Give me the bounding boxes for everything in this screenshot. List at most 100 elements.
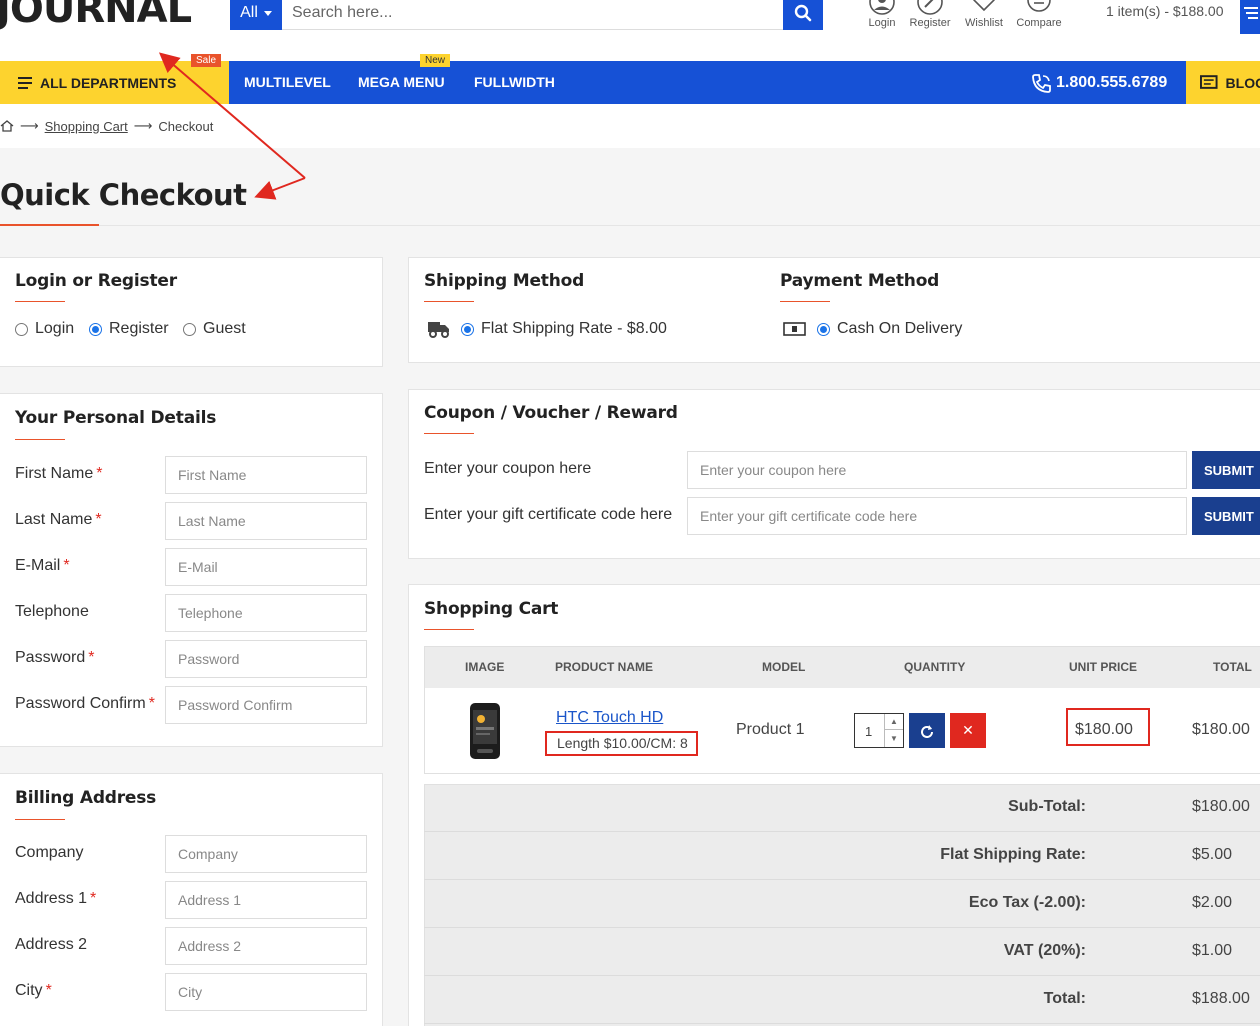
product-model: Product 1 bbox=[736, 721, 805, 738]
totals-row: Total: $188.00 bbox=[424, 976, 1260, 1024]
quantity-up-icon[interactable]: ▲ bbox=[885, 714, 903, 730]
city-input[interactable] bbox=[165, 973, 367, 1011]
blog-label: BLOG bbox=[1225, 74, 1260, 91]
coupon-label: Enter your coupon here bbox=[424, 460, 592, 477]
panel-accent-line bbox=[424, 433, 474, 434]
column-quantity: QUANTITY bbox=[904, 660, 966, 674]
address-1-input[interactable] bbox=[165, 881, 367, 919]
product-image[interactable] bbox=[467, 701, 503, 761]
address-2-input[interactable] bbox=[165, 927, 367, 965]
coupon-input[interactable] bbox=[687, 451, 1187, 489]
city-label-text: City bbox=[15, 982, 43, 999]
panel-accent-line bbox=[424, 629, 474, 630]
totals-label: Sub-Total: bbox=[1008, 798, 1086, 815]
search-category-dropdown[interactable]: All bbox=[230, 0, 282, 30]
password-input[interactable] bbox=[165, 640, 367, 678]
panel-accent-line bbox=[780, 301, 830, 302]
first-name-input[interactable] bbox=[165, 456, 367, 494]
header-wishlist-link[interactable]: Wishlist bbox=[956, 0, 1012, 34]
required-marker: * bbox=[96, 465, 103, 482]
telephone-input[interactable] bbox=[165, 594, 367, 632]
guest-option[interactable]: Guest bbox=[183, 320, 246, 338]
payment-option-label: Cash On Delivery bbox=[837, 320, 963, 337]
search-input[interactable] bbox=[282, 0, 784, 30]
update-quantity-button[interactable] bbox=[909, 713, 945, 748]
personal-details-title: Your Personal Details bbox=[15, 408, 217, 428]
quantity-stepper[interactable]: 1 ▲ ▼ bbox=[854, 713, 904, 748]
user-icon bbox=[869, 0, 895, 15]
first-name-label: First Name * bbox=[15, 465, 102, 483]
cart-summary[interactable]: 1 item(s) - $188.00 bbox=[1106, 3, 1224, 19]
last-name-input[interactable] bbox=[165, 502, 367, 540]
quantity-down-icon[interactable]: ▼ bbox=[885, 730, 903, 746]
register-option[interactable]: Register bbox=[89, 320, 169, 338]
coupon-title: Coupon / Voucher / Reward bbox=[424, 403, 678, 423]
cart-button[interactable] bbox=[1240, 0, 1260, 34]
nav-item-fullwidth[interactable]: FULLWIDTH bbox=[474, 61, 555, 104]
breadcrumb-shopping-cart[interactable]: Shopping Cart bbox=[45, 119, 128, 134]
site-logo[interactable]: JOURNAL bbox=[0, 0, 192, 32]
quantity-value[interactable]: 1 bbox=[865, 724, 872, 739]
shipping-radio[interactable] bbox=[461, 322, 474, 336]
blog-icon bbox=[1200, 74, 1218, 89]
header-wishlist-label: Wishlist bbox=[965, 17, 1003, 29]
password-confirm-input[interactable] bbox=[165, 686, 367, 724]
panel-accent-line bbox=[424, 301, 474, 302]
totals-value: $1.00 bbox=[1192, 942, 1233, 959]
search-button[interactable] bbox=[783, 0, 823, 30]
register-radio[interactable] bbox=[89, 322, 102, 336]
guest-radio[interactable] bbox=[183, 322, 196, 336]
required-marker: * bbox=[63, 557, 70, 574]
login-option[interactable]: Login bbox=[15, 320, 74, 338]
all-departments-button[interactable]: ALL DEPARTMENTS bbox=[0, 61, 229, 104]
search-category-label: All bbox=[240, 4, 258, 21]
company-input[interactable] bbox=[165, 835, 367, 873]
totals-label: Total: bbox=[1043, 990, 1086, 1007]
login-radio[interactable] bbox=[15, 322, 28, 336]
totals-value: $180.00 bbox=[1192, 798, 1250, 815]
truck-icon bbox=[428, 322, 449, 338]
product-name-link[interactable]: HTC Touch HD bbox=[556, 709, 663, 727]
address-1-label: Address 1 * bbox=[15, 890, 96, 908]
e-mail-input[interactable] bbox=[165, 548, 367, 586]
header-compare-link[interactable]: Compare bbox=[1011, 0, 1067, 34]
coupon-submit-button[interactable]: SUBMIT bbox=[1192, 451, 1260, 489]
header-register-link[interactable]: Register bbox=[902, 0, 958, 34]
gift-certificate-input[interactable] bbox=[687, 497, 1187, 535]
payment-option[interactable]: Cash On Delivery bbox=[783, 320, 962, 338]
site-header: JOURNAL All Login Register Wishlist Comp… bbox=[0, 0, 1260, 61]
totals-row: Eco Tax (-2.00): $2.00 bbox=[424, 880, 1260, 928]
shipping-method-title: Shipping Method bbox=[424, 271, 585, 291]
column-model: MODEL bbox=[762, 660, 806, 674]
telephone-label: Telephone bbox=[15, 603, 89, 621]
panel-accent-line bbox=[15, 439, 65, 440]
totals-value: $188.00 bbox=[1192, 990, 1250, 1007]
page-title: Quick Checkout bbox=[0, 178, 247, 212]
totals-row: Flat Shipping Rate: $5.00 bbox=[424, 832, 1260, 880]
nav-item-multilevel[interactable]: MULTILEVEL bbox=[244, 61, 331, 104]
blog-link[interactable]: BLOG bbox=[1186, 61, 1260, 104]
required-marker: * bbox=[88, 649, 95, 666]
e-mail-label: E-Mail * bbox=[15, 557, 70, 575]
breadcrumb-checkout: Checkout bbox=[158, 118, 214, 134]
remove-item-button[interactable]: ✕ bbox=[950, 713, 986, 748]
phone-link[interactable]: 1.800.555.6789 bbox=[1030, 61, 1167, 104]
password-label: Password * bbox=[15, 649, 94, 667]
last-name-label-text: Last Name bbox=[15, 511, 93, 528]
totals-value: $2.00 bbox=[1192, 894, 1233, 911]
password-confirm-label-text: Password Confirm bbox=[15, 695, 146, 712]
home-icon[interactable] bbox=[0, 119, 14, 133]
totals-label: VAT (20%): bbox=[1003, 942, 1086, 959]
cash-icon bbox=[783, 322, 806, 336]
gift-submit-button[interactable]: SUBMIT bbox=[1192, 497, 1260, 535]
title-divider bbox=[0, 225, 1260, 226]
company-label-text: Company bbox=[15, 844, 84, 861]
sale-badge: Sale bbox=[191, 54, 222, 67]
nav-item-mega-menu[interactable]: MEGA MENU bbox=[358, 61, 445, 104]
payment-radio[interactable] bbox=[817, 322, 830, 336]
shipping-option[interactable]: Flat Shipping Rate - $8.00 bbox=[427, 320, 667, 338]
close-icon: ✕ bbox=[962, 722, 974, 738]
all-departments-label: ALL DEPARTMENTS bbox=[40, 74, 177, 91]
column-unit-price: UNIT PRICE bbox=[1069, 660, 1138, 674]
required-marker: * bbox=[90, 890, 97, 907]
